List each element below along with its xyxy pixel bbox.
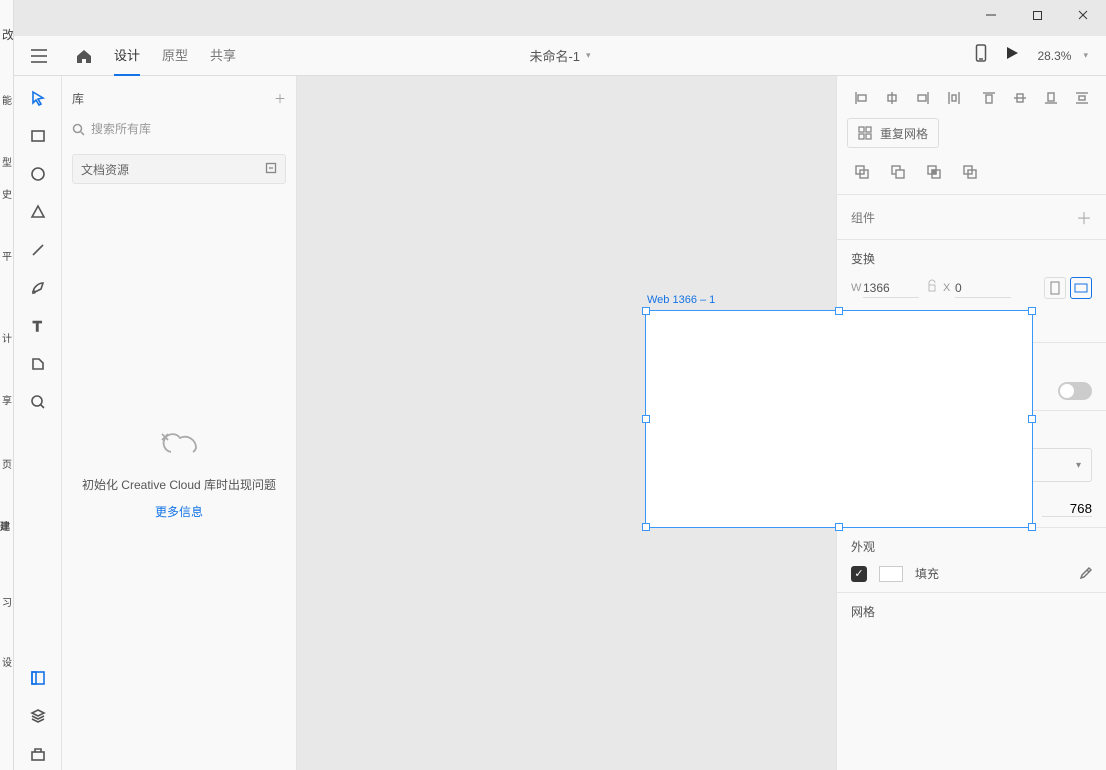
- add-component-button[interactable]: ＋: [1076, 205, 1092, 229]
- line-tool[interactable]: [22, 234, 54, 266]
- tab-prototype[interactable]: 原型: [162, 36, 188, 76]
- app-window: 设计 原型 共享 未命名-1 ▾ 28.3% ▾: [14, 0, 1106, 770]
- distribute-h-button[interactable]: [940, 84, 967, 112]
- resize-handle-sw[interactable]: [642, 523, 650, 531]
- device-preview-button[interactable]: [975, 44, 987, 67]
- search-icon: [72, 123, 85, 136]
- boolean-exclude-button[interactable]: [955, 158, 985, 186]
- grid-icon: [858, 126, 872, 140]
- repeat-grid-label: 重复网格: [880, 125, 928, 142]
- zoom-value: 28.3%: [1037, 49, 1071, 63]
- window-maximize-button[interactable]: [1014, 0, 1060, 30]
- tool-strip: T: [14, 76, 62, 770]
- chevron-down-icon: ▾: [1083, 50, 1088, 61]
- artboard-label[interactable]: Web 1366 – 1: [647, 294, 715, 306]
- resize-handle-w[interactable]: [642, 415, 650, 423]
- fill-swatch[interactable]: [879, 566, 903, 582]
- library-error-message: 初始化 Creative Cloud 库时出现问题: [82, 476, 276, 493]
- document-assets-label: 文档资源: [81, 161, 129, 178]
- window-minimize-button[interactable]: [968, 0, 1014, 30]
- panel-title: 库: [72, 90, 84, 107]
- resize-handle-nw[interactable]: [642, 307, 650, 315]
- add-library-button[interactable]: ＋: [274, 90, 286, 107]
- appearance-label: 外观: [851, 538, 1092, 555]
- responsive-toggle[interactable]: [1058, 382, 1092, 400]
- window-close-button[interactable]: [1060, 0, 1106, 30]
- text-tool[interactable]: T: [22, 310, 54, 342]
- grid-label: 网格: [851, 603, 1092, 620]
- document-assets-row[interactable]: 文档资源: [72, 154, 286, 184]
- components-label: 组件: [851, 209, 875, 226]
- layers-panel-button[interactable]: [22, 700, 54, 732]
- chevron-down-icon: ▾: [586, 50, 591, 61]
- plugins-panel-button[interactable]: [22, 738, 54, 770]
- pen-tool[interactable]: [22, 272, 54, 304]
- libraries-panel: 库 ＋ 文档资源 初始化 Creative Cloud 库时出现问题 更多信息: [62, 76, 297, 770]
- chevron-down-icon: ▾: [1076, 460, 1081, 471]
- resize-handle-s[interactable]: [835, 523, 843, 531]
- align-right-button[interactable]: [909, 84, 936, 112]
- width-input[interactable]: [863, 279, 919, 298]
- align-center-h-button[interactable]: [878, 84, 905, 112]
- select-tool[interactable]: [22, 82, 54, 114]
- resize-handle-se[interactable]: [1028, 523, 1036, 531]
- align-bottom-button[interactable]: [1038, 84, 1065, 112]
- distribute-v-button[interactable]: [1069, 84, 1096, 112]
- width-label: W: [851, 282, 863, 294]
- zoom-tool[interactable]: [22, 386, 54, 418]
- boolean-subtract-button[interactable]: [883, 158, 913, 186]
- align-row: [847, 84, 1096, 112]
- resize-handle-n[interactable]: [835, 307, 843, 315]
- artboard[interactable]: [645, 310, 1033, 528]
- landscape-button[interactable]: [1070, 277, 1092, 299]
- menu-button[interactable]: [14, 36, 64, 76]
- boolean-intersect-button[interactable]: [919, 158, 949, 186]
- eyedropper-button[interactable]: [1078, 565, 1092, 582]
- repeat-grid-button[interactable]: 重复网格: [847, 118, 939, 148]
- fill-label: 填充: [915, 565, 939, 582]
- library-search[interactable]: [72, 114, 286, 144]
- unlock-aspect-icon[interactable]: [921, 279, 943, 297]
- tab-design[interactable]: 设计: [114, 36, 140, 76]
- align-left-button[interactable]: [847, 84, 874, 112]
- tab-share[interactable]: 共享: [210, 36, 236, 76]
- left-fragment-strip: 改 能 型 史 平 计 享 页 建 习 设: [0, 0, 14, 770]
- window-titlebar: [14, 0, 1106, 36]
- x-label: X: [943, 282, 955, 294]
- resize-handle-e[interactable]: [1028, 415, 1036, 423]
- artboard-tool[interactable]: [22, 348, 54, 380]
- boolean-add-button[interactable]: [847, 158, 877, 186]
- align-middle-button[interactable]: [1007, 84, 1034, 112]
- align-top-button[interactable]: [976, 84, 1003, 112]
- fill-checkbox[interactable]: ✓: [851, 566, 867, 582]
- play-button[interactable]: [1005, 46, 1019, 65]
- rectangle-tool[interactable]: [22, 120, 54, 152]
- document-title-text: 未命名-1: [529, 46, 580, 65]
- svg-text:T: T: [33, 318, 42, 334]
- portrait-button[interactable]: [1044, 277, 1066, 299]
- assets-panel-button[interactable]: [22, 662, 54, 694]
- document-title[interactable]: 未命名-1 ▾: [529, 46, 590, 65]
- top-toolbar: 设计 原型 共享 未命名-1 ▾ 28.3% ▾: [14, 36, 1106, 76]
- cloud-error-icon: [157, 426, 201, 460]
- zoom-dropdown[interactable]: 28.3% ▾: [1037, 49, 1088, 63]
- library-more-info-link[interactable]: 更多信息: [155, 503, 203, 520]
- polygon-tool[interactable]: [22, 196, 54, 228]
- transform-label: 变换: [851, 250, 1092, 267]
- home-button[interactable]: [64, 48, 104, 64]
- viewport-input[interactable]: [1042, 501, 1092, 517]
- canvas[interactable]: Web 1366 – 1: [297, 76, 836, 770]
- ellipse-tool[interactable]: [22, 158, 54, 190]
- collapse-icon: [265, 162, 277, 177]
- mode-tabs: 设计 原型 共享: [114, 36, 236, 76]
- library-search-input[interactable]: [91, 122, 286, 136]
- x-input[interactable]: [955, 279, 1011, 298]
- resize-handle-ne[interactable]: [1028, 307, 1036, 315]
